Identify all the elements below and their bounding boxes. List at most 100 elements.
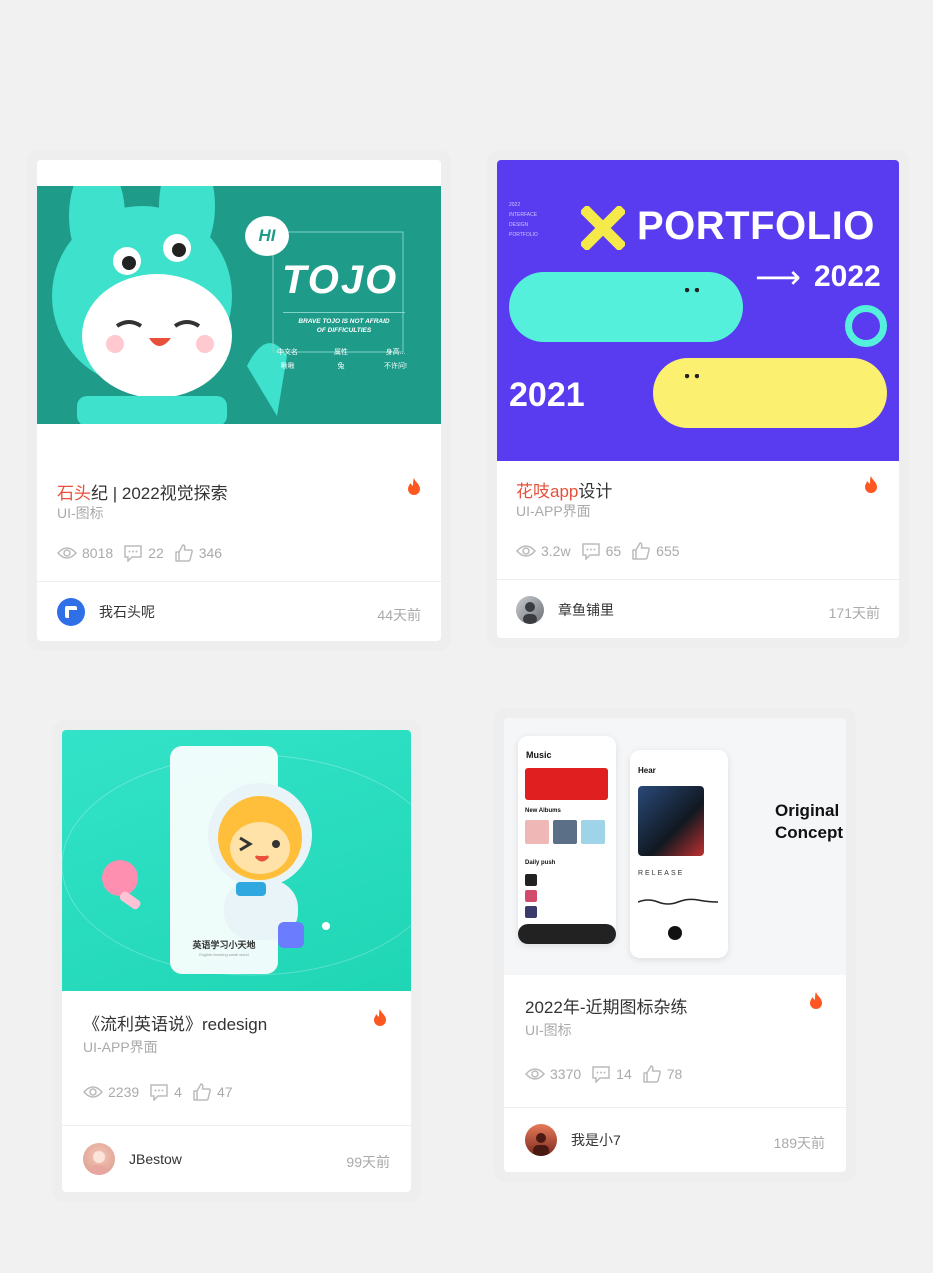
card-4-author[interactable]: 我是小7 [525,1124,621,1156]
album-thumb-3 [581,820,605,844]
author-name[interactable]: 章鱼铺里 [558,600,614,620]
work-card-3[interactable]: 英语学习小天地 English learning small world 《流利… [62,730,411,1192]
hot-flame-icon [865,476,877,493]
album-thumb-2 [553,820,577,844]
author-photo-icon [523,602,537,624]
thumbs-up-icon [193,1083,211,1101]
card-2-title-highlight: 花吱app [516,482,579,501]
phone-music-list: Music New Albums Daily push [518,736,616,944]
card-divider [497,579,899,580]
card-2-author[interactable]: 章鱼铺里 [516,596,614,624]
like-count[interactable]: 78 [642,1065,683,1083]
avatar[interactable] [525,1124,557,1156]
card-divider [504,1107,846,1108]
comment-count-value: 22 [148,545,164,561]
view-count: 8018 [57,545,113,561]
author-name[interactable]: 我石头呢 [99,602,155,622]
work-card-1[interactable]: HI TOJO BRAVE TOJO IS NOT AFRAID OF DIFF… [37,160,441,641]
hot-flame-icon [374,1009,386,1026]
comment-count[interactable]: 4 [149,1083,182,1101]
card-4-thumbnail[interactable]: Music New Albums Daily push Hear RELEASE [504,718,846,975]
card-divider [62,1125,411,1126]
avatar[interactable] [57,598,85,626]
card-2-title[interactable]: 花吱app设计 [516,477,612,502]
daily-push-heading: Daily push [525,860,556,866]
avatar[interactable] [516,596,544,624]
hot-flame-icon [408,478,420,495]
comment-count[interactable]: 65 [581,542,622,560]
author-name[interactable]: 我是小7 [571,1130,621,1150]
card-3-author[interactable]: JBestow [83,1143,182,1175]
like-count[interactable]: 346 [174,544,222,562]
mini-player [518,924,616,944]
card-1-title-rest: 纪 | 2022视觉探索 [91,484,228,503]
profile-value-2: 兔 [337,363,345,370]
profile-col-name: 中文名 啾啾 [277,346,298,374]
author-photo-icon [91,1151,107,1175]
eye-icon [57,547,77,559]
card-1-title[interactable]: 石头纪 | 2022视觉探索 [57,479,228,504]
profile-value-1: 啾啾 [280,363,295,370]
like-count[interactable]: 655 [631,542,680,560]
comment-count[interactable]: 22 [123,544,164,562]
astronaut-mascot-illustration [62,754,411,976]
comment-icon [592,1066,610,1083]
card-2-stats: 3.2w 65 655 [516,542,690,560]
thumbs-up-icon [174,544,193,562]
tojo-slogan: BRAVE TOJO IS NOT AFRAID OF DIFFICULTIES [283,312,405,335]
track-list [525,874,537,918]
work-card-2[interactable]: 2022 INTERFACE DESIGN PORTFOLIO PORTFOLI… [497,160,899,638]
publish-time: 189天前 [773,1135,825,1151]
release-label: RELEASE [638,870,685,877]
arrow-glyph: ⟶ [755,259,801,295]
mint-blob [509,272,743,342]
hear-heading: Hear [638,766,656,775]
card-1-title-highlight: 石头 [57,484,91,503]
waveform-icon [638,898,718,905]
original-concept-heading: Original Concept [775,800,843,844]
card-3-stats: 2239 4 47 [83,1083,243,1101]
card-1-category: UI-图标 [57,505,104,521]
card-divider [37,581,441,582]
card-1-author[interactable]: 我石头呢 [57,598,155,626]
like-count[interactable]: 47 [192,1083,233,1101]
like-count-value: 78 [666,1066,683,1082]
thumbs-up-icon [642,1065,661,1083]
phone-now-playing: Hear RELEASE [630,750,728,958]
tojo-profile-table: 中文名 啾啾 属性兔 身高... 不许问! [277,346,407,374]
card-3-title[interactable]: 《流利英语说》redesign [83,1010,267,1035]
avatar[interactable] [83,1143,115,1175]
comment-icon [150,1084,168,1101]
card-1-thumbnail[interactable]: HI TOJO BRAVE TOJO IS NOT AFRAID OF DIFF… [37,160,441,425]
card-2-thumbnail[interactable]: 2022 INTERFACE DESIGN PORTFOLIO PORTFOLI… [497,160,899,461]
view-count-value: 8018 [82,545,114,561]
card-4-category: UI-图标 [525,1022,572,1038]
comment-icon [581,543,600,560]
yellow-blob [653,358,887,428]
like-count-value: 346 [198,545,223,561]
side-text-line-4: PORTFOLIO [509,232,538,238]
heading-line-concept: Concept [775,823,843,842]
card-3-thumbnail[interactable]: 英语学习小天地 English learning small world [62,730,411,991]
view-count: 3370 [525,1066,581,1082]
side-text-line-3: DESIGN [509,222,529,228]
eye-icon [516,545,536,557]
view-count: 2239 [83,1084,139,1100]
comment-count[interactable]: 14 [591,1065,632,1083]
side-text-line-2: INTERFACE [509,212,538,218]
x-mark-icon [581,206,625,250]
mint-blob-eyes [685,288,699,293]
card-4-stats: 3370 14 78 [525,1065,692,1083]
author-name[interactable]: JBestow [129,1151,182,1167]
card-4-title[interactable]: 2022年-近期图标杂练 [525,993,687,1018]
profile-key-3: 身高... [385,349,406,356]
publish-time: 99天前 [346,1154,390,1170]
music-heading: Music [526,750,552,760]
work-card-4[interactable]: Music New Albums Daily push Hear RELEASE [504,718,846,1172]
tojo-slogan-line-2: OF DIFFICULTIES [316,327,372,334]
side-text-line-1: 2022 [509,202,521,208]
year-2022: 2022 [814,260,881,293]
comment-count-value: 65 [605,543,622,559]
profile-key-2: 属性 [334,349,349,356]
author-photo-icon [533,1133,549,1156]
